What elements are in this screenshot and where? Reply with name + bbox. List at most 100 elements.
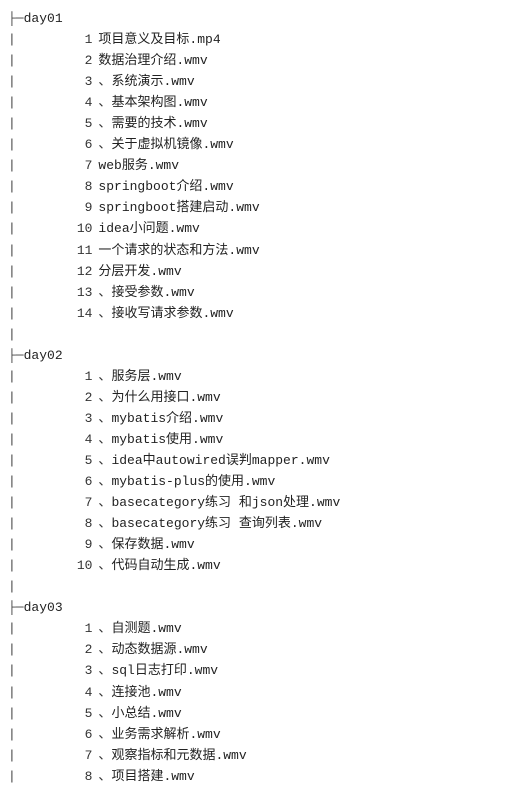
file-line: | 7、观察指标和元数据.wmv: [8, 745, 513, 766]
file-name: mybatis介绍.wmv: [111, 408, 223, 429]
pipe-icon: |: [8, 639, 70, 660]
file-line: | 1、服务层.wmv: [8, 366, 513, 387]
file-line: | 4、连接池.wmv: [8, 682, 513, 703]
file-separator: 、: [98, 513, 111, 534]
tree-spacer: |: [8, 576, 513, 597]
file-name: 分层开发.wmv: [98, 261, 181, 282]
file-name: 连接池.wmv: [111, 682, 181, 703]
file-line: | 13 、接受参数.wmv: [8, 282, 513, 303]
file-separator: 、: [98, 682, 111, 703]
file-line: | 5、小总结.wmv: [8, 703, 513, 724]
file-index: 13: [70, 282, 92, 303]
folder-line: ├─day01: [8, 8, 513, 29]
pipe-icon: |: [8, 745, 70, 766]
file-index: 3: [70, 408, 92, 429]
file-separator: 、: [98, 113, 111, 134]
pipe-icon: |: [8, 513, 70, 534]
file-line: | 2、动态数据源.wmv: [8, 639, 513, 660]
file-line: | 7 web服务.wmv: [8, 155, 513, 176]
file-name: 动态数据源.wmv: [111, 639, 207, 660]
file-line: | 6、业务需求解析.wmv: [8, 724, 513, 745]
file-index: 1: [70, 618, 92, 639]
file-separator: 、: [98, 92, 111, 113]
pipe-icon: |: [8, 29, 70, 50]
file-line: | 2 数据治理介绍.wmv: [8, 50, 513, 71]
pipe-icon: |: [8, 50, 70, 71]
file-separator: 、: [98, 618, 111, 639]
file-line: | 3、sql日志打印.wmv: [8, 660, 513, 681]
file-name: 接受参数.wmv: [111, 282, 194, 303]
pipe-icon: |: [8, 303, 70, 324]
pipe-icon: |: [8, 134, 70, 155]
file-line: | 8 springboot介绍.wmv: [8, 176, 513, 197]
file-index: 9: [70, 197, 92, 218]
pipe-icon: |: [8, 387, 70, 408]
file-index: 7: [70, 745, 92, 766]
file-name: 项目意义及目标.mp4: [98, 29, 220, 50]
pipe-icon: |: [8, 724, 70, 745]
file-name: springboot搭建启动.wmv: [98, 197, 259, 218]
file-separator: 、: [98, 745, 111, 766]
file-line: | 8、项目搭建.wmv: [8, 766, 513, 787]
file-line: | 1 项目意义及目标.mp4: [8, 29, 513, 50]
file-separator: 、: [98, 282, 111, 303]
file-index: 5: [70, 113, 92, 134]
file-separator: 、: [98, 639, 111, 660]
file-name: 自测题.wmv: [111, 618, 181, 639]
file-separator: 、: [98, 134, 111, 155]
file-name: 一个请求的状态和方法.wmv: [98, 240, 259, 261]
file-name: 业务需求解析.wmv: [111, 724, 220, 745]
branch-icon: ├─: [8, 597, 24, 618]
file-line: | 10、代码自动生成.wmv: [8, 555, 513, 576]
file-index: 7: [70, 492, 92, 513]
file-separator: 、: [98, 429, 111, 450]
folder-name: day03: [24, 597, 63, 618]
file-name: 服务层.wmv: [111, 366, 181, 387]
file-name: basecategory练习 查询列表.wmv: [111, 513, 322, 534]
file-separator: 、: [98, 766, 111, 787]
file-name: 项目搭建.wmv: [111, 766, 194, 787]
file-name: web服务.wmv: [98, 155, 179, 176]
pipe-icon: |: [8, 155, 70, 176]
pipe-icon: |: [8, 576, 16, 597]
file-index: 2: [70, 387, 92, 408]
pipe-icon: |: [8, 366, 70, 387]
file-line: | 9 springboot搭建启动.wmv: [8, 197, 513, 218]
pipe-icon: |: [8, 618, 70, 639]
file-index: 3: [70, 71, 92, 92]
file-line: | 10 idea小问题.wmv: [8, 218, 513, 239]
file-line: | 4、基本架构图.wmv: [8, 92, 513, 113]
file-line: | 14、接收写请求参数.wmv: [8, 303, 513, 324]
file-index: 6: [70, 134, 92, 155]
file-separator: 、: [98, 534, 111, 555]
pipe-icon: |: [8, 429, 70, 450]
file-index: 5: [70, 450, 92, 471]
file-name: 系统演示.wmv: [111, 71, 194, 92]
pipe-icon: |: [8, 282, 70, 303]
file-line: | 6、mybatis-plus的使用.wmv: [8, 471, 513, 492]
file-name: 需要的技术.wmv: [111, 113, 207, 134]
file-name: 关于虚拟机镜像.wmv: [111, 134, 233, 155]
file-index: 3: [70, 660, 92, 681]
pipe-icon: |: [8, 197, 70, 218]
file-separator: 、: [98, 408, 111, 429]
file-line: | 6 、关于虚拟机镜像.wmv: [8, 134, 513, 155]
file-index: 6: [70, 724, 92, 745]
file-name: mybatis使用.wmv: [111, 429, 223, 450]
folder-line: ├─day02: [8, 345, 513, 366]
file-name: idea中autowired误判mapper.wmv: [111, 450, 329, 471]
pipe-icon: |: [8, 408, 70, 429]
file-name: 小总结.wmv: [111, 703, 181, 724]
pipe-icon: |: [8, 113, 70, 134]
file-separator: 、: [98, 555, 111, 576]
file-index: 6: [70, 471, 92, 492]
pipe-icon: |: [8, 218, 70, 239]
file-line: | 11 一个请求的状态和方法.wmv: [8, 240, 513, 261]
file-separator: 、: [98, 387, 111, 408]
file-index: 11: [70, 240, 92, 261]
file-name: basecategory练习 和json处理.wmv: [111, 492, 340, 513]
file-index: 8: [70, 513, 92, 534]
file-index: 5: [70, 703, 92, 724]
file-index: 4: [70, 429, 92, 450]
pipe-icon: |: [8, 534, 70, 555]
